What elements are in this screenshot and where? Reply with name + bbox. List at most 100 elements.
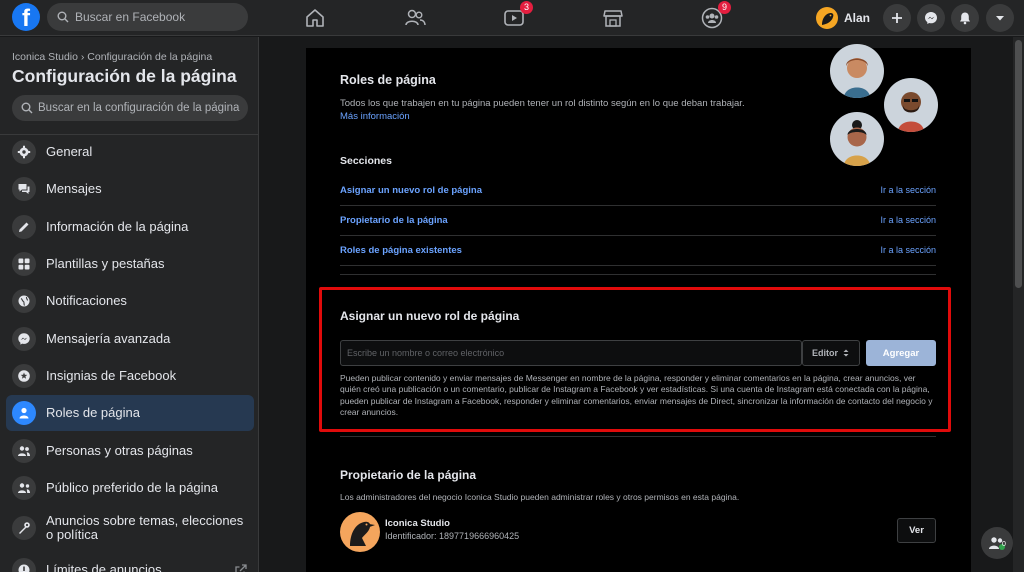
owner-name[interactable]: Iconica Studio: [385, 518, 450, 529]
sidebar-item-label: Límites de anuncios: [46, 562, 162, 572]
search-icon: [21, 102, 33, 114]
limit-icon: [12, 558, 36, 572]
sidebar-item-mensajes[interactable]: Mensajes: [6, 171, 254, 207]
facebook-search[interactable]: [47, 3, 248, 31]
messenger-icon: [12, 327, 36, 351]
store-icon: [603, 10, 623, 27]
home-tab[interactable]: [304, 7, 326, 29]
settings-search[interactable]: [12, 95, 248, 121]
go-to-section-link[interactable]: Ir a la sección: [880, 185, 936, 195]
owner-id: Identificador: 1897719666960425: [385, 531, 520, 541]
go-to-section-link[interactable]: Ir a la sección: [880, 215, 936, 225]
facebook-logo[interactable]: f: [12, 3, 40, 31]
groups-badge: 9: [718, 1, 731, 14]
search-icon: [57, 11, 69, 23]
sidebar-item-general[interactable]: General: [6, 134, 254, 170]
profile-name: Alan: [844, 11, 871, 25]
sidebar-item-label: General: [46, 144, 93, 159]
illustration-avatar-3: [830, 112, 884, 166]
gear-icon: [12, 140, 36, 164]
chat-icon: [12, 177, 36, 201]
owner-avatar: [340, 512, 380, 552]
avatar: [816, 7, 838, 29]
bird-avatar-icon: [822, 13, 834, 25]
divider: [340, 274, 936, 275]
illustration-avatar-1: [830, 44, 884, 98]
sidebar-item-personas[interactable]: Personas y otras páginas: [6, 433, 254, 469]
messenger-icon: [925, 12, 937, 24]
friends-tab[interactable]: [404, 7, 426, 29]
sidebar-item-informacion[interactable]: Información de la página: [6, 209, 254, 245]
sidebar-item-label: Plantillas y pestañas: [46, 256, 165, 271]
globe-icon: [12, 289, 36, 313]
sidebar-item-label: Mensajería avanzada: [46, 331, 171, 346]
sidebar-item-label: Personas y otras páginas: [46, 443, 193, 458]
scrollbar-thumb[interactable]: [1015, 40, 1022, 288]
watch-tab[interactable]: 3: [503, 1, 533, 29]
plus-icon: [892, 13, 902, 23]
divider: [340, 436, 936, 437]
sidebar-item-roles[interactable]: Roles de página: [6, 395, 254, 431]
bell-icon: [960, 12, 970, 25]
roles-description: Todos los que trabajen en tu página pued…: [340, 98, 745, 109]
friends-icon: [405, 9, 426, 26]
settings-search-input[interactable]: [38, 102, 243, 114]
scrollbar[interactable]: [1013, 37, 1024, 572]
sidebar-item-limites-anuncios[interactable]: Límites de anuncios: [6, 552, 254, 572]
sections-title: Secciones: [340, 155, 392, 167]
home-icon: [306, 9, 324, 27]
sidebar-item-insignias[interactable]: Insignias de Facebook: [6, 358, 254, 394]
person-icon: [12, 401, 36, 425]
go-to-section-link[interactable]: Ir a la sección: [880, 245, 936, 255]
sidebar-item-publico-preferido[interactable]: Público preferido de la página: [6, 470, 254, 506]
account-menu-button[interactable]: [986, 4, 1014, 32]
star-icon: [12, 364, 36, 388]
sidebar-item-notificaciones[interactable]: Notificaciones: [6, 283, 254, 319]
grid-icon: [12, 252, 36, 276]
sidebar-item-label: Roles de página: [46, 405, 140, 420]
settings-sidebar: Iconica Studio › Configuración de la pág…: [0, 37, 259, 572]
owner-title: Propietario de la página: [340, 468, 477, 482]
section-row-asignar: Asignar un nuevo rol de página Ir a la s…: [340, 176, 936, 206]
groups-tab[interactable]: 9: [701, 1, 731, 29]
sidebar-item-mensajeria-avanzada[interactable]: Mensajería avanzada: [6, 321, 254, 357]
more-info-link[interactable]: Más información: [340, 111, 410, 122]
sidebar-item-label: Notificaciones: [46, 293, 127, 308]
audience-icon: [12, 476, 36, 500]
wrench-icon: [12, 516, 36, 540]
sidebar-item-label: Insignias de Facebook: [46, 368, 177, 383]
section-link-existentes[interactable]: Roles de página existentes: [340, 245, 462, 256]
floating-people-button[interactable]: 0: [981, 527, 1013, 559]
sidebar-item-label: Anuncios sobre temas, elecciones o polít…: [46, 513, 244, 542]
online-count: 0: [1002, 541, 1006, 548]
sidebar-item-anuncios-politica[interactable]: Anuncios sobre temas, elecciones o polít…: [6, 507, 254, 549]
caret-down-icon: [996, 16, 1004, 21]
watch-badge: 3: [520, 1, 533, 14]
sidebar-item-label: Público preferido de la página: [46, 480, 219, 495]
sidebar-item-plantillas[interactable]: Plantillas y pestañas: [6, 246, 254, 282]
section-link-propietario[interactable]: Propietario de la página: [340, 215, 448, 226]
people-icon: [12, 439, 36, 463]
marketplace-tab[interactable]: [602, 7, 624, 29]
pencil-icon: [12, 215, 36, 239]
notifications-button[interactable]: [951, 4, 979, 32]
roles-title: Roles de página: [340, 73, 436, 87]
sidebar-item-label: Información de la página: [46, 219, 189, 234]
highlight-annotation: [319, 287, 951, 432]
create-button[interactable]: [883, 4, 911, 32]
messenger-button[interactable]: [917, 4, 945, 32]
facebook-search-input[interactable]: [75, 10, 235, 24]
section-row-propietario: Propietario de la página Ir a la sección: [340, 206, 936, 236]
owner-description: Los administradores del negocio Iconica …: [340, 492, 740, 502]
page-title: Configuración de la página: [12, 66, 237, 86]
profile-chip[interactable]: Alan: [816, 5, 870, 31]
top-navigation-bar: f 3 9 Alan: [0, 0, 1024, 36]
view-owner-button[interactable]: Ver: [897, 518, 936, 543]
sidebar-item-label: Mensajes: [46, 181, 102, 196]
illustration-avatar-2: [884, 78, 938, 132]
section-link-asignar[interactable]: Asignar un nuevo rol de página: [340, 185, 482, 196]
breadcrumb[interactable]: Iconica Studio › Configuración de la pág…: [12, 51, 212, 63]
section-row-existentes: Roles de página existentes Ir a la secci…: [340, 236, 936, 266]
external-link-icon: [235, 564, 247, 572]
crow-icon: [350, 521, 375, 546]
